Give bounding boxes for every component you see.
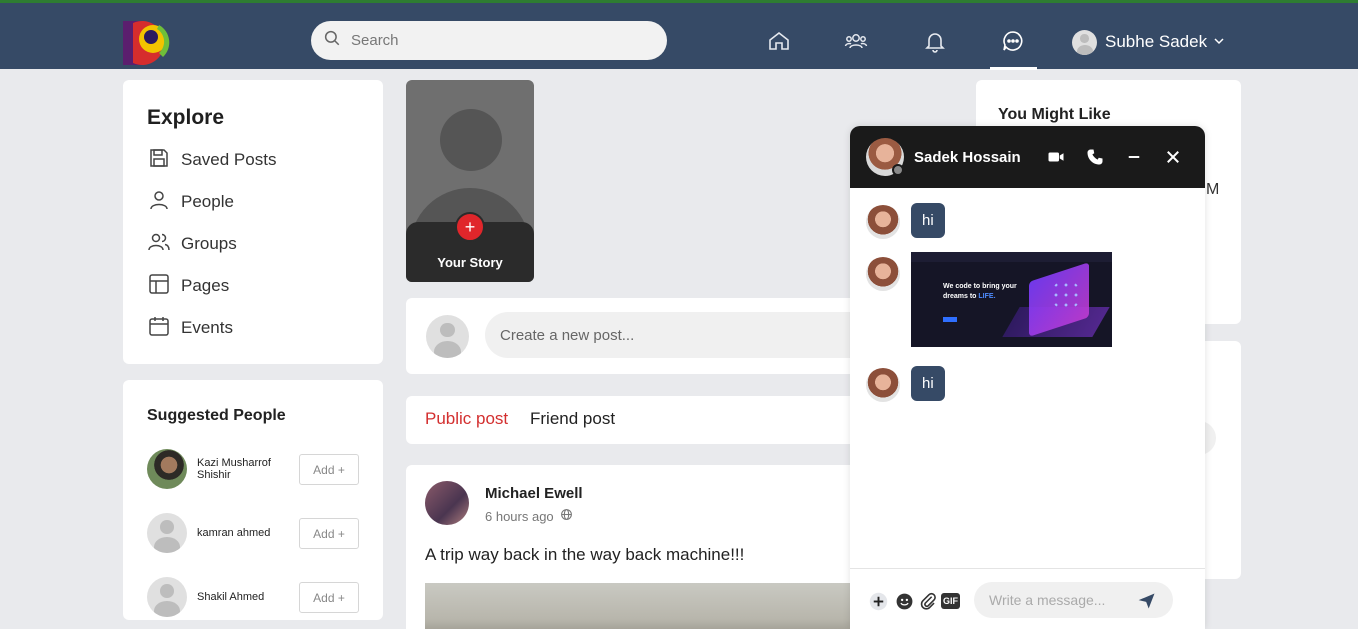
attachment-icon[interactable] bbox=[918, 591, 938, 611]
you-might-like-title: You Might Like bbox=[998, 106, 1111, 123]
image-cta bbox=[943, 317, 957, 322]
status-indicator bbox=[892, 164, 904, 176]
top-navbar: Subhe Sadek bbox=[0, 3, 1358, 70]
chat-contact-name[interactable]: Sadek Hossain bbox=[914, 149, 1021, 166]
add-friend-button[interactable]: Add + bbox=[299, 582, 359, 613]
emoji-icon[interactable] bbox=[894, 591, 914, 611]
explore-title: Explore bbox=[147, 106, 225, 129]
chevron-down-icon bbox=[1207, 32, 1225, 52]
gif-button[interactable]: GIF bbox=[941, 593, 960, 609]
avatar[interactable] bbox=[147, 513, 187, 553]
globe-icon bbox=[554, 508, 573, 524]
search-icon bbox=[323, 29, 341, 52]
add-friend-button[interactable]: Add + bbox=[299, 454, 359, 485]
image-header-strip bbox=[911, 252, 1112, 262]
tab-friend-post[interactable]: Friend post bbox=[530, 409, 615, 429]
person-name[interactable]: Kazi Musharrof Shishir bbox=[197, 457, 297, 481]
avatar bbox=[866, 205, 900, 239]
message-bubble: hi bbox=[911, 366, 945, 401]
avatar[interactable] bbox=[147, 449, 187, 489]
post-text: A trip way back in the way back machine!… bbox=[425, 545, 745, 564]
explore-item-label: Saved Posts bbox=[181, 150, 277, 169]
avatar bbox=[866, 368, 900, 402]
explore-item-label: Pages bbox=[181, 276, 230, 295]
groups-icon[interactable] bbox=[843, 28, 869, 54]
story-avatar-head bbox=[440, 109, 502, 171]
message-image[interactable]: We code to bring your dreams to LIFE. bbox=[911, 252, 1112, 347]
minimize-icon[interactable] bbox=[1122, 145, 1146, 169]
groups-icon bbox=[147, 230, 181, 259]
explore-item-people[interactable]: People bbox=[147, 190, 234, 214]
bell-icon[interactable] bbox=[922, 28, 948, 54]
person-icon bbox=[147, 188, 181, 217]
app-logo[interactable] bbox=[123, 17, 173, 67]
nav-active-indicator bbox=[990, 67, 1037, 70]
post-author[interactable]: Michael Ewell bbox=[485, 485, 583, 502]
avatar[interactable] bbox=[147, 577, 187, 617]
image-headline: We code to bring your dreams to LIFE. bbox=[943, 283, 1017, 300]
person-name[interactable]: kamran ahmed bbox=[197, 527, 297, 539]
send-icon[interactable] bbox=[1137, 591, 1157, 611]
page-layout-icon bbox=[147, 272, 181, 301]
message-bubble: hi bbox=[911, 203, 945, 238]
save-icon bbox=[147, 146, 181, 175]
explore-card: Explore Saved Posts People Groups Pages … bbox=[123, 80, 383, 364]
calendar-icon bbox=[147, 314, 181, 343]
add-story-button[interactable]: + bbox=[455, 212, 485, 242]
chat-header: Sadek Hossain bbox=[850, 126, 1205, 188]
explore-item-events[interactable]: Events bbox=[147, 316, 233, 340]
explore-item-pages[interactable]: Pages bbox=[147, 272, 230, 301]
chat-composer: GIF bbox=[850, 568, 1205, 629]
plus-icon[interactable] bbox=[868, 591, 888, 611]
person-name[interactable]: Shakil Ahmed bbox=[197, 591, 297, 603]
user-menu[interactable]: Subhe Sadek bbox=[1072, 28, 1225, 56]
avatar bbox=[866, 257, 900, 291]
video-call-icon[interactable] bbox=[1044, 145, 1068, 169]
story-label: Your Story bbox=[437, 255, 503, 270]
search-input[interactable] bbox=[351, 32, 631, 49]
avatar bbox=[426, 315, 469, 358]
messenger-icon[interactable] bbox=[1000, 28, 1026, 54]
search-bar[interactable] bbox=[311, 21, 667, 60]
home-icon[interactable] bbox=[766, 28, 792, 54]
list-item: Shakil Ahmed Add + bbox=[147, 577, 359, 617]
post-time: 6 hours ago bbox=[485, 508, 554, 524]
tab-public-post[interactable]: Public post bbox=[425, 409, 508, 429]
phone-icon[interactable] bbox=[1083, 145, 1107, 169]
list-item: kamran ahmed Add + bbox=[147, 513, 359, 553]
chat-window: Sadek Hossain hi We code to bring your dr… bbox=[850, 126, 1205, 629]
user-name: Subhe Sadek bbox=[1105, 32, 1208, 51]
image-art bbox=[1051, 280, 1081, 310]
avatar bbox=[1072, 29, 1097, 55]
list-item: Kazi Musharrof Shishir Add + bbox=[147, 449, 359, 489]
explore-item-label: Groups bbox=[181, 234, 237, 253]
avatar[interactable] bbox=[425, 481, 469, 525]
close-icon[interactable] bbox=[1161, 145, 1185, 169]
explore-item-label: People bbox=[181, 192, 234, 211]
add-friend-button[interactable]: Add + bbox=[299, 518, 359, 549]
explore-item-saved-posts[interactable]: Saved Posts bbox=[147, 148, 276, 172]
explore-item-label: Events bbox=[181, 318, 233, 337]
hidden-text-fragment: M bbox=[1206, 181, 1220, 198]
explore-item-groups[interactable]: Groups bbox=[147, 232, 237, 256]
suggested-people-card: Suggested People Kazi Musharrof Shishir … bbox=[123, 380, 383, 620]
post-meta: 6 hours ago bbox=[485, 508, 573, 524]
your-story-card[interactable]: + Your Story bbox=[406, 80, 534, 282]
suggested-title: Suggested People bbox=[147, 407, 286, 424]
